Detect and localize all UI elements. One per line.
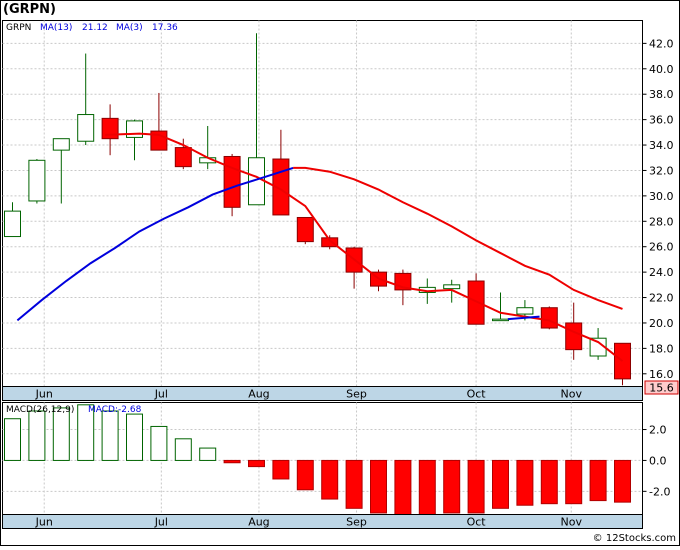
macd-bar: [248, 459, 265, 468]
macd-bar: [223, 459, 241, 464]
price-month-label: Jun: [35, 388, 53, 401]
stock-chart: 16.0 18.0 20.0 22.0 24.0 26.0 28.0 30.0 32.0 34.0…: [0, 0, 680, 546]
macd-bar: [516, 459, 534, 506]
candle-body: [296, 216, 314, 243]
last-price-label: 15.6: [649, 382, 674, 395]
price-tick-label: 18.0: [649, 342, 674, 355]
macd-bar: [272, 459, 290, 480]
candle-body: [174, 147, 192, 168]
price-tick-label: 42.0: [649, 37, 674, 50]
macd-bar: [565, 459, 583, 505]
price-tick-label: 24.0: [649, 266, 674, 279]
price-tick-label: 40.0: [649, 63, 674, 76]
macd-bar: [199, 447, 217, 461]
macd-month-label: Jun: [35, 516, 53, 529]
macd-tick-label: -2.0: [649, 485, 670, 498]
price-tick-label: 20.0: [649, 317, 674, 330]
macd-bar: [345, 459, 363, 509]
macd-month-label: Sep: [346, 516, 367, 529]
chart-stage: 16.0 18.0 20.0 22.0 24.0 26.0 28.0 30.0 32.0 34.0…: [0, 0, 680, 546]
candle-body: [516, 307, 534, 315]
macd-bar: [101, 410, 119, 461]
macd-tick-label: 2.0: [649, 424, 667, 437]
macd-tick-label: 0.0: [649, 454, 667, 467]
candle-body: [565, 322, 583, 351]
macd-month-label: Nov: [561, 516, 583, 529]
macd-bar: [126, 413, 143, 461]
legend-ma13-label: MA(13): [40, 23, 72, 33]
macd-panel: 2.0 0.0 -2.0 Jun Jul Aug Sep Oct Nov MACD(26,12…: [2, 402, 670, 529]
macd-month-label: Aug: [248, 516, 269, 529]
candle-body: [77, 114, 95, 142]
price-plot-area: [2, 20, 643, 387]
candle-body: [4, 210, 21, 238]
candle-body: [540, 307, 558, 329]
price-tick-label: 16.0: [649, 368, 674, 381]
price-tick-label: 34.0: [649, 139, 674, 152]
macd-bar: [443, 459, 461, 514]
legend-ma13-value: 21.12: [82, 23, 108, 33]
candle-body: [443, 284, 461, 290]
price-tick-label: 22.0: [649, 292, 674, 305]
price-panel: 16.0 18.0 20.0 22.0 24.0 26.0 28.0 30.0 32.0 34.0…: [2, 20, 679, 401]
macd-bar: [321, 459, 339, 500]
candle-body: [28, 159, 46, 202]
macd-legend-value: MACD:-2.68: [88, 405, 142, 415]
macd-bar: [492, 459, 509, 509]
footer-credit: © 12Stocks.com: [593, 533, 676, 544]
price-tick-label: 32.0: [649, 164, 674, 177]
macd-bar: [296, 459, 314, 491]
candle-body: [223, 155, 241, 208]
macd-bar: [4, 418, 21, 461]
price-month-label: Aug: [248, 388, 269, 401]
macd-bar: [52, 407, 70, 461]
macd-bar: [614, 459, 631, 503]
price-tick-label: 30.0: [649, 190, 674, 203]
macd-month-label: Oct: [467, 516, 487, 529]
legend-symbol: GRPN: [6, 23, 31, 33]
price-month-label: Jul: [154, 388, 168, 401]
macd-legend-label: MACD(26,12,9): [6, 405, 74, 415]
price-tick-label: 36.0: [649, 114, 674, 127]
macd-bar: [28, 410, 46, 461]
price-month-label: Sep: [346, 388, 367, 401]
price-month-label: Oct: [467, 388, 487, 401]
price-tick-label: 28.0: [649, 215, 674, 228]
candle-body: [52, 138, 70, 151]
macd-bar: [589, 459, 607, 502]
candle-body: [467, 280, 485, 325]
macd-bar: [418, 459, 436, 515]
legend-ma3-label: MA(3): [116, 23, 143, 33]
macd-bar: [540, 459, 558, 505]
price-month-label: Nov: [561, 388, 583, 401]
macd-month-label: Jul: [154, 516, 168, 529]
chart-title: (GRPN): [3, 2, 56, 17]
macd-bar: [394, 459, 412, 515]
macd-bar: [174, 438, 192, 461]
price-month-band: [2, 386, 643, 401]
macd-month-band: [2, 514, 643, 529]
macd-bar: [467, 459, 485, 514]
legend-ma3-value: 17.36: [152, 23, 178, 33]
price-tick-label: 38.0: [649, 88, 674, 101]
price-tick-label: 26.0: [649, 241, 674, 254]
macd-bar: [370, 459, 387, 514]
macd-bar: [150, 425, 168, 461]
candle-body: [492, 318, 509, 322]
